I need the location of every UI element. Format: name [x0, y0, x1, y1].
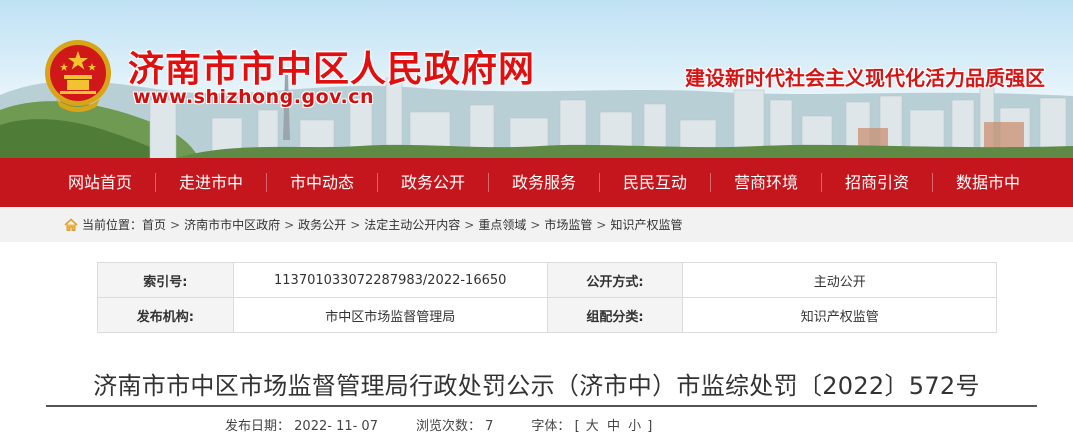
font-size-control: 字体： [ 大 中 小 ] [531, 415, 652, 434]
nav-item[interactable]: 数据市中 [933, 158, 1043, 207]
site-url[interactable]: www.shizhong.gov.cn [133, 86, 374, 108]
date-value: 2022- 11- 07 [294, 419, 378, 434]
font-medium-button[interactable]: 中 [607, 419, 620, 434]
nav-list: 网站首页 走进市中 市中动态 政务公开 政务服务 民民互动 营商环境 招商引资 数据市中 [45, 158, 1043, 207]
publisher-value: 市中区市场监督管理局 [232, 297, 548, 333]
breadcrumb-separator: > [464, 217, 475, 232]
breadcrumb-link[interactable]: 济南市市中区政府 [184, 216, 280, 233]
font-label: 字体： [531, 419, 571, 434]
nav-item[interactable]: 营商环境 [711, 158, 821, 207]
main-nav: 网站首页 走进市中 市中动态 政务公开 政务服务 民民互动 营商环境 招商引资 数据市中 [0, 158, 1073, 207]
nav-item[interactable]: 民民互动 [600, 158, 710, 207]
category-value: 知识产权监管 [682, 297, 997, 333]
nav-item[interactable]: 市中动态 [267, 158, 377, 207]
breadcrumb-separator: > [350, 217, 361, 232]
breadcrumb-separator: > [596, 217, 607, 232]
breadcrumb-link[interactable]: 知识产权监管 [610, 216, 682, 233]
breadcrumb-separator: > [170, 217, 181, 232]
breadcrumb-link[interactable]: 重点领域 [478, 216, 526, 233]
views-label: 浏览次数： [415, 419, 481, 434]
article-title: 济南市市中区市场监督管理局行政处罚公示（济市中）市监综处罚〔2022〕572号 [93, 372, 980, 400]
view-count: 浏览次数： 7 [416, 415, 493, 434]
nav-item[interactable]: 走进市中 [156, 158, 266, 207]
table-row: 发布机构: 市中区市场监督管理局 组配分类: 知识产权监管 [97, 297, 997, 333]
font-bracket-open: [ [574, 419, 580, 434]
method-value: 主动公开 [682, 262, 997, 298]
title-divider [46, 405, 1037, 407]
breadcrumb-link[interactable]: 法定主动公开内容 [364, 216, 460, 233]
nav-item[interactable]: 网站首页 [45, 158, 155, 207]
slogan-text: 建设新时代社会主义现代化活力品质强区 [685, 66, 1045, 90]
breadcrumb-label: 当前位置： [82, 218, 143, 232]
breadcrumb-separator: > [530, 217, 541, 232]
table-row: 索引号: 113701033072287983/2022-16650 公开方式:… [97, 262, 997, 298]
font-small-button[interactable]: 小 [628, 419, 641, 434]
national-emblem-icon [45, 40, 111, 112]
site-title[interactable]: 济南市市中区人民政府网 [128, 40, 535, 92]
breadcrumb-link[interactable]: 市场监管 [544, 216, 592, 233]
category-label: 组配分类: [546, 297, 684, 333]
breadcrumb-separator: > [284, 217, 295, 232]
document-info-table: 索引号: 113701033072287983/2022-16650 公开方式:… [97, 262, 997, 333]
index-label: 索引号: [97, 262, 234, 298]
views-value: 7 [485, 419, 494, 434]
site-banner: 济南市市中区人民政府网 www.shizhong.gov.cn 建设新时代社会主… [0, 0, 1073, 160]
breadcrumb-bar: 当前位置： 首页 > 济南市市中区政府 > 政务公开 > 法定主动公开内容 > 重点领域 > 市场监… [0, 207, 1073, 242]
breadcrumb-link[interactable]: 政务公开 [298, 216, 346, 233]
method-label: 公开方式: [546, 262, 684, 298]
font-bracket-close: ] [647, 419, 653, 434]
breadcrumb: 当前位置： 首页 > 济南市市中区政府 > 政务公开 > 法定主动公开内容 > 重点领域 > 市场监… [64, 216, 683, 233]
home-icon [64, 217, 78, 231]
publish-date: 发布日期： 2022- 11- 07 [225, 415, 378, 434]
nav-item[interactable]: 政务服务 [489, 158, 599, 207]
breadcrumb-link[interactable]: 首页 [142, 216, 166, 233]
nav-item[interactable]: 招商引资 [822, 158, 932, 207]
index-value: 113701033072287983/2022-16650 [232, 262, 548, 298]
nav-item[interactable]: 政务公开 [378, 158, 488, 207]
date-label: 发布日期： [225, 419, 291, 434]
font-large-button[interactable]: 大 [586, 419, 599, 434]
publisher-label: 发布机构: [97, 297, 234, 333]
article-meta: 发布日期： 2022- 11- 07 浏览次数： 7 字体： [ 大 中 小 ] [225, 415, 690, 434]
